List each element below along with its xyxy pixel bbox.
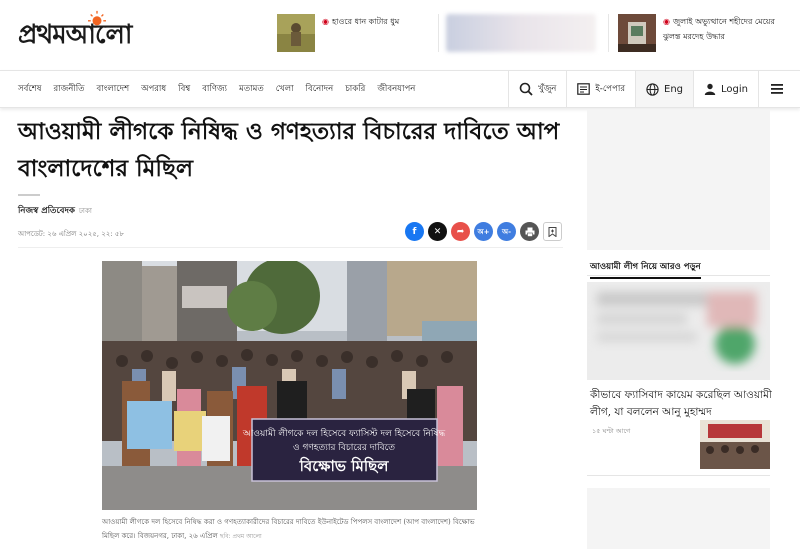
facebook-icon: f <box>412 226 417 237</box>
related-divider <box>587 475 770 476</box>
nav-item-latest[interactable]: সর্বশেষ <box>18 82 41 96</box>
epaper-label: ই-পেপার <box>595 84 625 94</box>
user-icon <box>704 83 716 95</box>
nav-item-lifestyle[interactable]: জীবনযাপন <box>377 82 415 96</box>
photo-banner-line-1: আওয়ামী লীগকে দল হিসেবে ফ্যাসিস্ট দল হিস… <box>242 427 446 439</box>
search-button[interactable]: খুঁজুন <box>508 71 566 107</box>
nav-item-crime[interactable]: অপরাধ <box>141 82 166 96</box>
reporter-name[interactable]: নিজস্ব প্রতিবেদক <box>18 206 75 216</box>
nav-item-bangladesh[interactable]: বাংলাদেশ <box>97 82 130 96</box>
font-decrease-button[interactable]: অ- <box>497 222 516 241</box>
top-banner: প্রথমআলো ◉ হাওরে ধান কাটার ধুম ◉ জুলাই অভ্… <box>0 0 800 70</box>
promo-thumbnail <box>618 14 656 52</box>
nav-item-world[interactable]: বিশ্ব <box>178 82 190 96</box>
nav-item-opinion[interactable]: মতামত <box>239 82 264 96</box>
x-icon: ✕ <box>433 226 442 237</box>
nav-item-politics[interactable]: রাজনীতি <box>53 82 84 96</box>
hamburger-menu-button[interactable] <box>758 71 800 107</box>
headline-line-1: আওয়ামী লীগকে নিষিদ্ধ ও গণহত্যার বিচারের… <box>18 118 560 145</box>
globe-icon <box>646 82 659 96</box>
epaper-button[interactable]: ই-পেপার <box>566 71 635 107</box>
article-headline: আওয়ামী লীগকে নিষিদ্ধ ও গণহত্যার বিচারের… <box>18 113 578 187</box>
nav-tools: খুঁজুন ই-পেপার Eng Login <box>508 71 800 107</box>
article-divider <box>18 247 563 248</box>
video-icon: ◉ <box>663 17 670 26</box>
caption-text: আওয়ামী লীগকে দল হিসেবে নিষিদ্ধ করা ও গণ… <box>102 518 475 540</box>
byline: নিজস্ব প্রতিবেদক ঢাকা <box>18 204 92 218</box>
related-section-divider <box>587 275 770 276</box>
nav-item-entertainment[interactable]: বিনোদন <box>306 82 334 96</box>
promo-blurred-ad <box>446 14 596 52</box>
bookmark-button[interactable] <box>543 222 562 241</box>
main-nav: সর্বশেষ রাজনীতি বাংলাদেশ অপরাধ বিশ্ব বাণ… <box>0 70 800 108</box>
search-label: খুঁজুন <box>538 84 557 94</box>
site-logo[interactable]: প্রথমআলো <box>18 14 132 58</box>
promo-text: হাওরে ধান কাটার ধুম <box>331 17 400 26</box>
photo-banner-line-3: বিক্ষোভ মিছিল <box>299 456 390 475</box>
byline-divider <box>18 194 40 196</box>
article-photo[interactable]: আওয়ামী লীগকে দল হিসেবে ফ্যাসিস্ট দল হিস… <box>102 261 477 510</box>
font-increase-icon: অ+ <box>477 227 490 236</box>
sidebar-ad-slot-bottom <box>587 488 770 549</box>
x-share-button[interactable]: ✕ <box>428 222 447 241</box>
language-label: Eng <box>664 83 684 95</box>
sidebar-ad-slot <box>587 110 770 250</box>
photo-credit: ছবি: প্রথম আলো <box>219 533 262 540</box>
font-decrease-icon: অ- <box>502 227 511 236</box>
promo-item-harvest[interactable]: ◉ হাওরে ধান কাটার ধুম <box>277 14 432 52</box>
font-increase-button[interactable]: অ+ <box>474 222 493 241</box>
search-icon <box>519 82 533 96</box>
hamburger-icon <box>771 84 783 94</box>
facebook-share-button[interactable]: f <box>405 222 424 241</box>
share-toolbar: f ✕ ➦ অ+ অ- <box>405 222 562 241</box>
related-headline[interactable]: কীভাবে ফ্যাসিবাদ কায়েম করেছিল আওয়ামী ল… <box>590 387 780 421</box>
updated-timestamp: আপডেট: ২৬ এপ্রিল ২০২৫, ২২: ৫৮ <box>18 230 125 238</box>
print-button[interactable] <box>520 222 539 241</box>
nav-menu: সর্বশেষ রাজনীতি বাংলাদেশ অপরাধ বিশ্ব বাণ… <box>18 71 415 107</box>
newspaper-icon <box>577 83 591 95</box>
related-timestamp: ১৫ ঘণ্টা আগে <box>592 427 631 435</box>
related-thumbnail[interactable] <box>700 420 770 469</box>
reporter-location: ঢাকা <box>78 207 92 215</box>
login-label: Login <box>721 83 748 95</box>
share-arrow-icon: ➦ <box>456 226 465 237</box>
logo-sun-icon <box>88 10 106 26</box>
promo-thumbnail <box>277 14 315 52</box>
promo-divider <box>438 14 439 52</box>
language-toggle[interactable]: Eng <box>635 71 694 107</box>
promo-text: জুলাই অভ্যুত্থানে শহীদের মেয়ের ঝুলন্ত ম… <box>663 17 775 41</box>
promo-divider <box>608 14 609 52</box>
headline-line-2: বাংলাদেশের মিছিল <box>18 155 194 182</box>
related-thumbnail-blurred[interactable] <box>587 282 770 380</box>
video-icon: ◉ <box>322 17 329 26</box>
nav-item-business[interactable]: বাণিজ্য <box>202 82 227 96</box>
nav-item-jobs[interactable]: চাকরি <box>345 82 365 96</box>
promo-item-july[interactable]: ◉ জুলাই অভ্যুত্থানে শহীদের মেয়ের ঝুলন্ত … <box>618 14 793 52</box>
nav-item-sports[interactable]: খেলা <box>276 82 294 96</box>
photo-caption: আওয়ামী লীগকে দল হিসেবে নিষিদ্ধ করা ও গণ… <box>102 515 482 544</box>
related-section-title[interactable]: আওয়ামী লীগ নিয়ে আরও পড়ুন <box>590 260 701 279</box>
share-button[interactable]: ➦ <box>451 222 470 241</box>
login-button[interactable]: Login <box>693 71 758 107</box>
photo-banner-line-2: ও গণহত্যার বিচারের দাবিতে <box>293 442 395 453</box>
print-icon <box>525 227 534 237</box>
bookmark-icon <box>548 226 557 237</box>
